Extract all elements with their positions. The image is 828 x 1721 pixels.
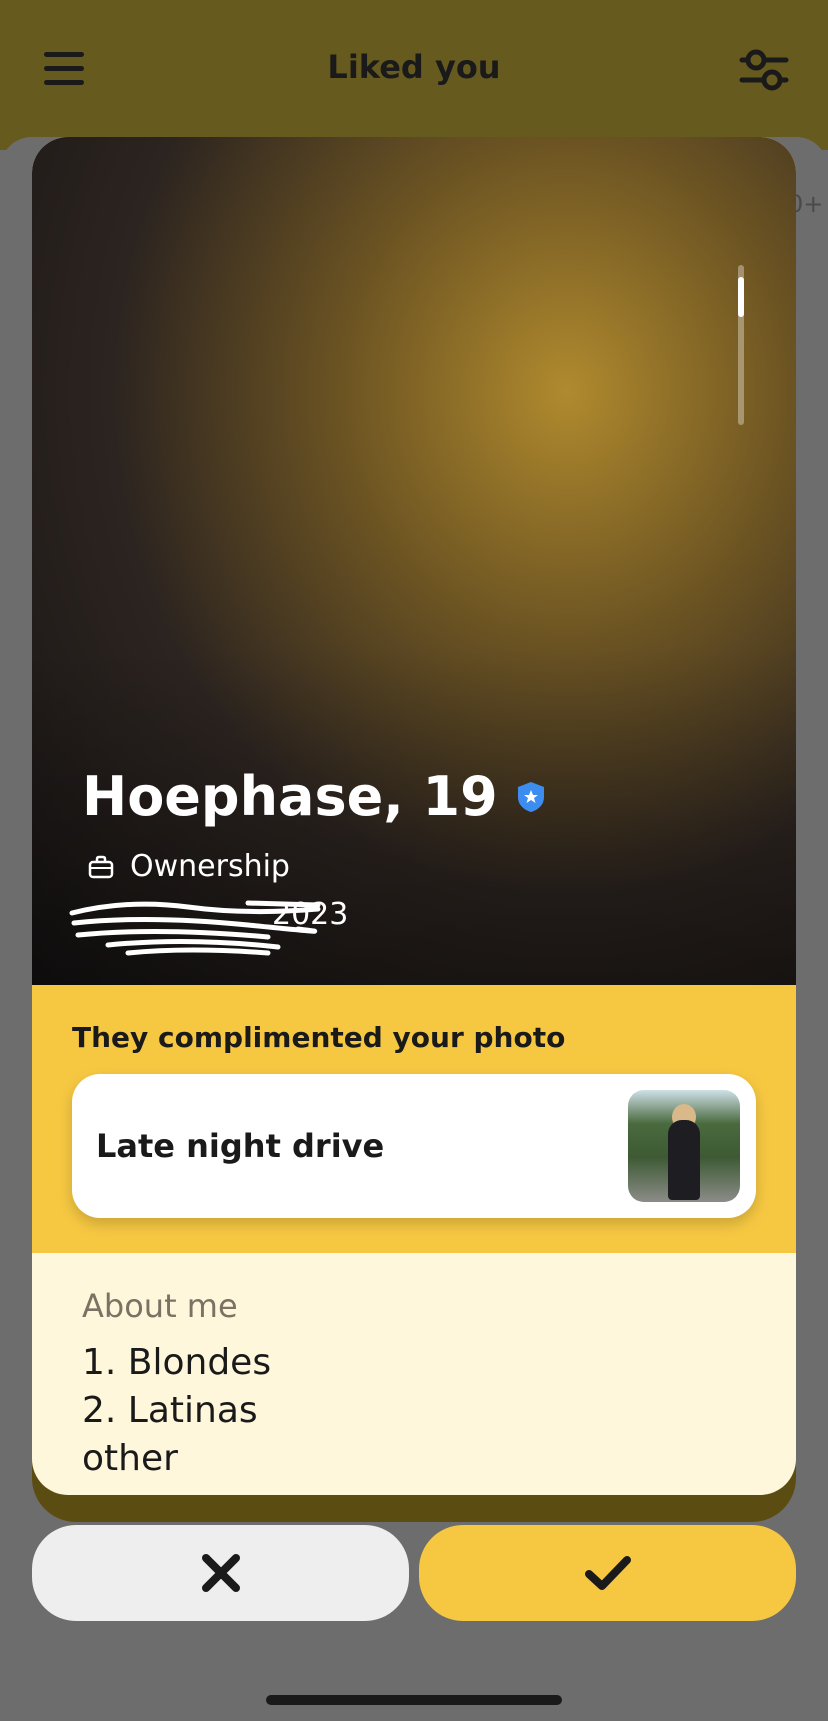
about-line: 2. Latinas [82,1390,258,1431]
filter-button[interactable] [738,44,790,96]
compliment-text: Late night drive [96,1127,385,1165]
pass-button[interactable] [32,1525,409,1621]
filter-sliders-icon [739,49,789,91]
complimented-photo-thumbnail[interactable] [628,1090,740,1202]
about-line: other [82,1438,178,1479]
job-title: Ownership [130,849,290,884]
briefcase-icon [88,855,114,878]
profile-name-age: Hoephase, 19 [82,765,498,828]
job-row: Ownership [88,849,290,884]
like-button[interactable] [419,1525,796,1621]
redaction-scribble [69,900,321,956]
verified-shield-icon [517,781,544,812]
home-indicator[interactable] [266,1695,562,1705]
checkmark-icon [584,1556,631,1590]
thumbnail-person-body [668,1120,700,1200]
about-section: About me 1. Blondes 2. Latinas other [32,1253,796,1483]
close-x-icon [201,1554,240,1592]
name-age-row: Hoephase, 19 [82,765,546,828]
compliment-card[interactable]: Late night drive [72,1074,756,1218]
profile-photo[interactable]: Hoephase, 19 Ownership 2023 [32,137,796,985]
about-line: 1. Blondes [82,1342,272,1383]
page-title: Liked you [327,48,501,86]
top-bar: Liked you [0,0,828,150]
compliment-title: They complimented your photo [72,1021,566,1054]
photo-scroll-thumb [738,277,744,317]
about-title: About me [82,1287,238,1325]
compliment-section: They complimented your photo Late night … [32,985,796,1253]
profile-card[interactable]: Hoephase, 19 Ownership 2023 They complim… [32,137,796,1495]
